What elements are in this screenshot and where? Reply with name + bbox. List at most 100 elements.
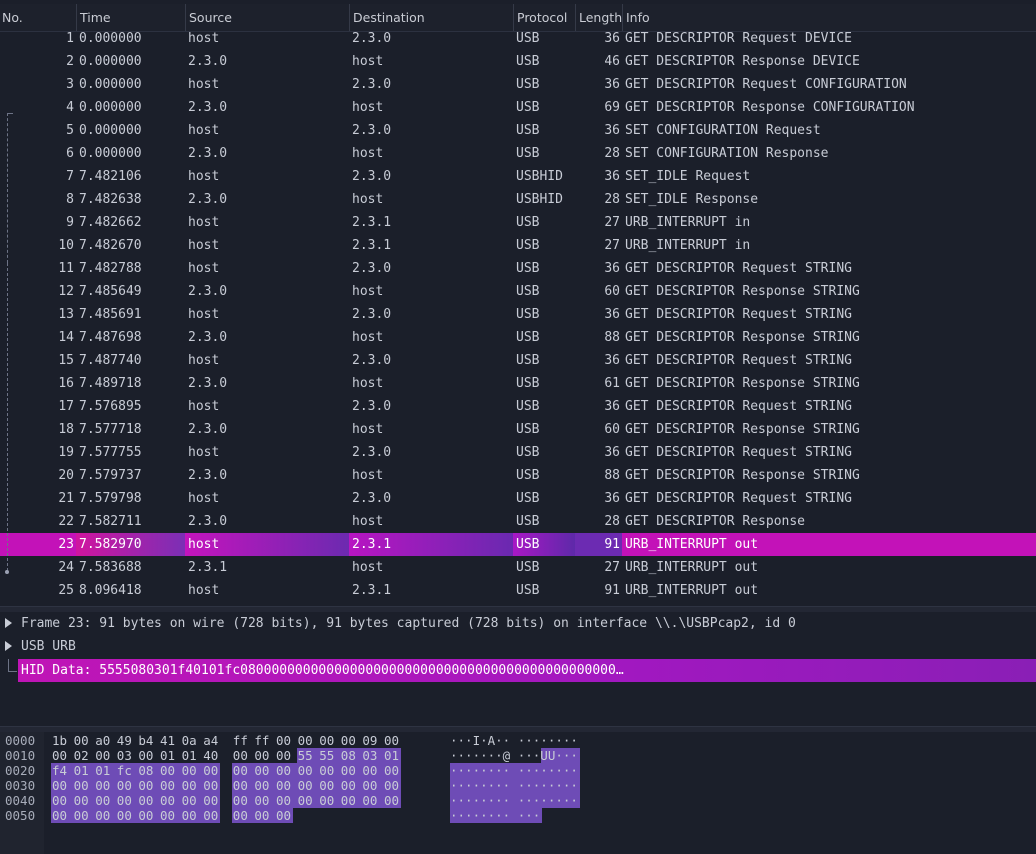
packet-row[interactable]: 14 7.487698 2.3.0 host USB 88 GET DESCRIPTOR R…: [0, 326, 1036, 349]
packet-row[interactable]: 17 7.576895 host 2.3.0 USB 36 GET DESCRIPTOR R…: [0, 395, 1036, 418]
hex-byte[interactable]: 08: [341, 748, 356, 763]
hex-byte[interactable]: 03: [362, 748, 377, 763]
hex-byte[interactable]: 00: [95, 793, 110, 808]
hex-byte[interactable]: 08: [138, 763, 153, 778]
packet-row[interactable]: 1 0.000000 host 2.3.0 USB 36 GET DESCRIPTOR Re…: [0, 27, 1036, 50]
hex-byte[interactable]: 1b: [52, 733, 67, 748]
hex-byte[interactable]: 00: [276, 778, 291, 793]
hex-byte[interactable]: 00: [233, 748, 248, 763]
hex-byte[interactable]: 00: [362, 778, 377, 793]
hex-byte[interactable]: 00: [52, 808, 67, 823]
hex-ascii[interactable]: ········ ········: [450, 778, 578, 793]
hex-byte[interactable]: 00: [95, 748, 110, 763]
hex-byte[interactable]: 00: [52, 748, 67, 763]
hex-ascii[interactable]: ········ ········: [450, 793, 578, 808]
hex-byte[interactable]: 49: [117, 733, 132, 748]
hex-byte[interactable]: 00: [254, 748, 269, 763]
hex-byte[interactable]: 02: [74, 748, 89, 763]
hex-byte[interactable]: 00: [95, 778, 110, 793]
hex-byte[interactable]: 00: [362, 763, 377, 778]
hex-byte[interactable]: 55: [319, 748, 334, 763]
packet-row[interactable]: 8 7.482638 2.3.0 host USBHID 28 SET_IDLE Respo…: [0, 188, 1036, 211]
hex-byte[interactable]: 00: [52, 778, 67, 793]
hex-byte[interactable]: 00: [160, 778, 175, 793]
hex-byte[interactable]: 00: [319, 793, 334, 808]
packet-row[interactable]: 20 7.579737 2.3.0 host USB 88 GET DESCRIPTOR R…: [0, 464, 1036, 487]
hex-byte[interactable]: 00: [203, 763, 218, 778]
hex-byte[interactable]: 00: [233, 793, 248, 808]
hex-byte[interactable]: 00: [203, 778, 218, 793]
hex-byte[interactable]: 55: [298, 748, 313, 763]
packet-row[interactable]: 13 7.485691 host 2.3.0 USB 36 GET DESCRIPTOR R…: [0, 303, 1036, 326]
hex-byte[interactable]: 00: [74, 808, 89, 823]
hex-byte[interactable]: ff: [233, 733, 248, 748]
detail-row-frame[interactable]: Frame 23: 91 bytes on wire (728 bits), 9…: [0, 612, 1036, 635]
hex-ascii[interactable]: ········ ···: [450, 808, 540, 823]
packet-row[interactable]: 21 7.579798 host 2.3.0 USB 36 GET DESCRIPTOR R…: [0, 487, 1036, 510]
packet-row[interactable]: 6 0.000000 2.3.0 host USB 28 SET CONFIGURATION…: [0, 142, 1036, 165]
packet-row[interactable]: 9 7.482662 host 2.3.1 USB 27 URB_INTERRUPT in: [0, 211, 1036, 234]
hex-byte[interactable]: 00: [319, 733, 334, 748]
packet-row[interactable]: 11 7.482788 host 2.3.0 USB 36 GET DESCRIPTOR R…: [0, 257, 1036, 280]
hex-byte[interactable]: 00: [362, 793, 377, 808]
hex-byte[interactable]: ff: [254, 733, 269, 748]
hex-ascii[interactable]: ········ ········: [450, 763, 578, 778]
hex-byte[interactable]: 00: [182, 793, 197, 808]
expand-arrow-icon[interactable]: [5, 618, 12, 628]
hex-byte[interactable]: 00: [254, 763, 269, 778]
packet-details-pane[interactable]: Frame 23: 91 bytes on wire (728 bits), 9…: [0, 612, 1036, 726]
packet-list-pane[interactable]: No. Time Source Destination Protocol Len…: [0, 0, 1036, 606]
packet-bytes-pane[interactable]: 0000 1b 00 a0 49 b4 41 0a a4 ff ff 00 00 00 00 09 00 ···I…: [0, 732, 1036, 854]
hex-byte[interactable]: 01: [95, 763, 110, 778]
hex-byte[interactable]: 00: [298, 763, 313, 778]
hex-byte[interactable]: 00: [298, 793, 313, 808]
hex-byte[interactable]: 00: [138, 793, 153, 808]
hex-ascii[interactable]: ·······@ ···UU···: [450, 748, 578, 763]
hex-byte[interactable]: a4: [203, 733, 218, 748]
hex-byte[interactable]: 00: [276, 808, 291, 823]
hex-byte[interactable]: 00: [95, 808, 110, 823]
hex-byte[interactable]: 00: [233, 778, 248, 793]
hex-byte[interactable]: 00: [160, 763, 175, 778]
hex-byte[interactable]: 00: [341, 778, 356, 793]
hex-ascii[interactable]: ···I·A·· ········: [450, 733, 578, 748]
hex-byte[interactable]: 00: [254, 778, 269, 793]
hex-byte[interactable]: 00: [138, 778, 153, 793]
hex-byte[interactable]: 00: [74, 778, 89, 793]
hex-byte[interactable]: 01: [74, 763, 89, 778]
hex-byte[interactable]: 00: [233, 808, 248, 823]
packet-row[interactable]: 7 7.482106 host 2.3.0 USBHID 36 SET_IDLE Reque…: [0, 165, 1036, 188]
packet-row[interactable]: 12 7.485649 2.3.0 host USB 60 GET DESCRIPTOR R…: [0, 280, 1036, 303]
hex-byte[interactable]: 00: [276, 733, 291, 748]
expand-arrow-icon[interactable]: [5, 641, 12, 651]
detail-row-hid-data[interactable]: HID Data: 5555080301f40101fc080000000000…: [18, 659, 1036, 682]
hex-byte[interactable]: 00: [138, 748, 153, 763]
hex-byte[interactable]: 00: [384, 793, 399, 808]
packet-row[interactable]: 19 7.577755 host 2.3.0 USB 36 GET DESCRIPTOR R…: [0, 441, 1036, 464]
hex-byte[interactable]: 00: [341, 793, 356, 808]
hex-byte[interactable]: 00: [254, 808, 269, 823]
hex-byte[interactable]: 01: [160, 748, 175, 763]
hex-byte[interactable]: 01: [182, 748, 197, 763]
hex-byte[interactable]: 0a: [182, 733, 197, 748]
packet-row[interactable]: 16 7.489718 2.3.0 host USB 61 GET DESCRIPTOR R…: [0, 372, 1036, 395]
hex-byte[interactable]: 00: [341, 763, 356, 778]
hex-byte[interactable]: 00: [117, 778, 132, 793]
hex-byte[interactable]: 00: [182, 763, 197, 778]
packet-row[interactable]: 15 7.487740 host 2.3.0 USB 36 GET DESCRIPTOR R…: [0, 349, 1036, 372]
detail-row-usb-urb[interactable]: USB URB: [0, 635, 1036, 658]
hex-byte[interactable]: 00: [138, 808, 153, 823]
packet-row[interactable]: 4 0.000000 2.3.0 host USB 69 GET DESCRIPTOR Re…: [0, 96, 1036, 119]
hex-byte[interactable]: 00: [160, 808, 175, 823]
hex-byte[interactable]: 00: [384, 778, 399, 793]
packet-row[interactable]: 23 7.582970 host 2.3.1 USB 91 URB_INTERRUPT ou…: [0, 533, 1036, 556]
hex-byte[interactable]: 03: [117, 748, 132, 763]
hex-byte[interactable]: 01: [384, 748, 399, 763]
hex-byte[interactable]: 41: [160, 733, 175, 748]
hex-byte[interactable]: 00: [276, 793, 291, 808]
packet-row[interactable]: 2 0.000000 2.3.0 host USB 46 GET DESCRIPTOR Re…: [0, 50, 1036, 73]
hex-byte[interactable]: 09: [362, 733, 377, 748]
hex-byte[interactable]: f4: [52, 763, 67, 778]
hex-byte[interactable]: 00: [341, 733, 356, 748]
packet-row[interactable]: 22 7.582711 2.3.0 host USB 28 GET DESCRIPTOR R…: [0, 510, 1036, 533]
